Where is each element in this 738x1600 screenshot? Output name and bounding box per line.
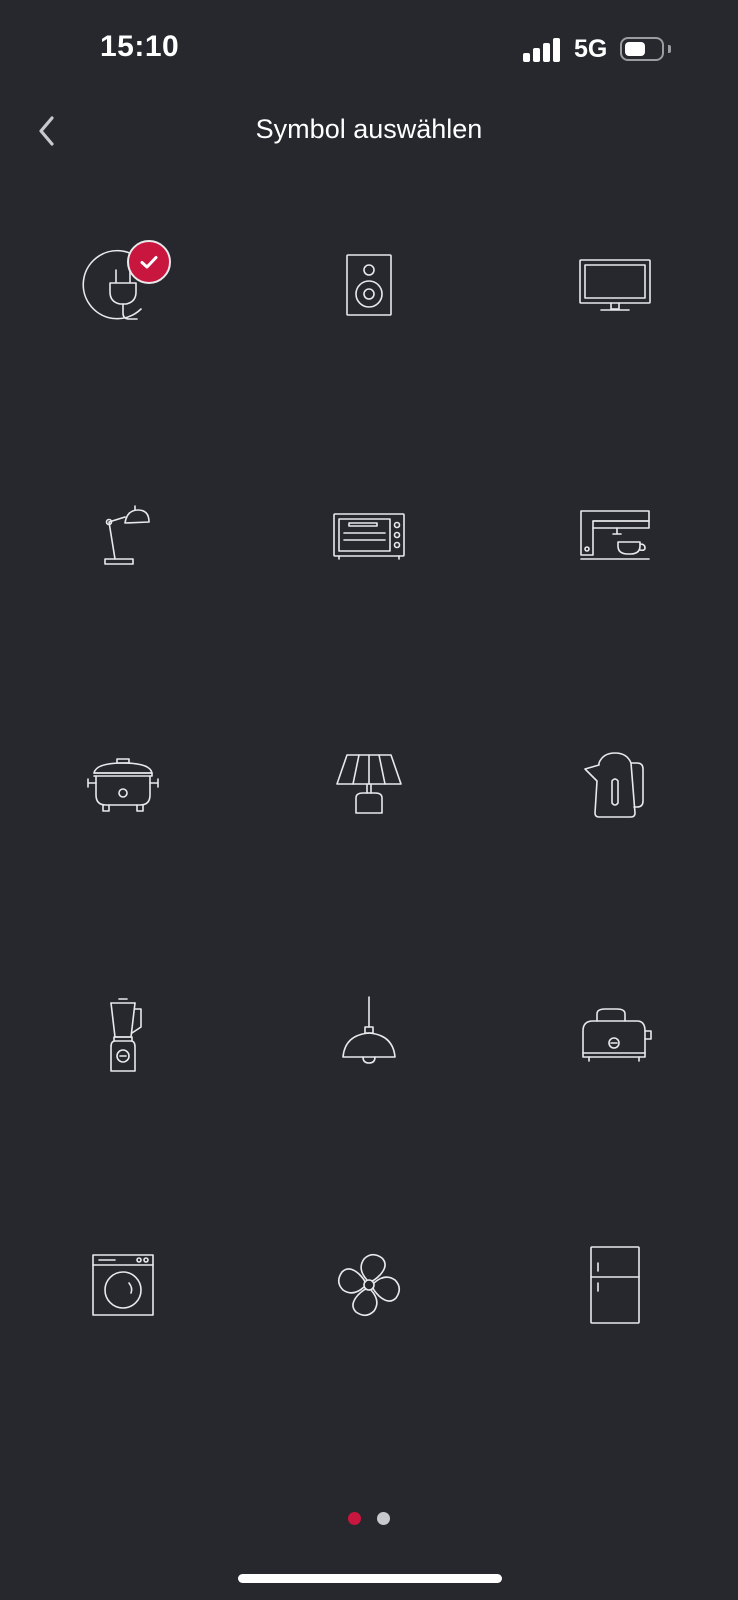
status-time: 15:10 bbox=[100, 30, 180, 63]
icon-option-speaker[interactable] bbox=[246, 160, 492, 410]
washing-machine-icon bbox=[92, 1254, 154, 1316]
icon-option-plug[interactable] bbox=[0, 160, 246, 410]
battery-icon bbox=[620, 37, 664, 61]
nav-bar: Symbol auswählen bbox=[0, 100, 738, 160]
icon-grid bbox=[0, 160, 738, 1410]
icon-option-washing-machine[interactable] bbox=[0, 1160, 246, 1410]
network-type: 5G bbox=[574, 35, 608, 63]
icon-option-tv[interactable] bbox=[492, 160, 738, 410]
page-dot[interactable] bbox=[377, 1512, 390, 1525]
tv-icon bbox=[579, 259, 651, 311]
status-bar: 15:10 5G bbox=[0, 0, 738, 100]
icon-option-blender[interactable] bbox=[0, 910, 246, 1160]
blender-icon bbox=[110, 998, 142, 1072]
page-title: Symbol auswählen bbox=[255, 114, 483, 144]
icon-option-coffee-machine[interactable] bbox=[492, 410, 738, 660]
rice-cooker-icon bbox=[87, 758, 159, 812]
oven-icon bbox=[333, 513, 405, 560]
toaster-icon bbox=[582, 1008, 652, 1062]
page-indicator bbox=[0, 1512, 738, 1525]
battery-tip bbox=[668, 45, 671, 53]
icon-option-table-lamp[interactable] bbox=[246, 660, 492, 910]
kettle-icon bbox=[584, 752, 644, 818]
icon-option-oven[interactable] bbox=[246, 410, 492, 660]
selected-check-icon bbox=[127, 240, 171, 284]
coffee-machine-icon bbox=[580, 510, 650, 560]
icon-option-pendant-lamp[interactable] bbox=[246, 910, 492, 1160]
icon-option-toaster[interactable] bbox=[492, 910, 738, 1160]
fan-icon bbox=[337, 1253, 401, 1317]
icon-option-kettle[interactable] bbox=[492, 660, 738, 910]
icon-option-rice-cooker[interactable] bbox=[0, 660, 246, 910]
fridge-icon bbox=[590, 1246, 640, 1324]
icon-option-fan[interactable] bbox=[246, 1160, 492, 1410]
icon-option-desk-lamp[interactable] bbox=[0, 410, 246, 660]
desk-lamp-icon bbox=[104, 505, 150, 565]
home-indicator[interactable] bbox=[238, 1574, 502, 1583]
speaker-icon bbox=[346, 254, 392, 316]
signal-strength-icon bbox=[523, 38, 563, 62]
table-lamp-icon bbox=[336, 754, 402, 814]
page-dot-active[interactable] bbox=[348, 1512, 361, 1525]
pendant-lamp-icon bbox=[342, 996, 396, 1064]
icon-option-fridge[interactable] bbox=[492, 1160, 738, 1410]
